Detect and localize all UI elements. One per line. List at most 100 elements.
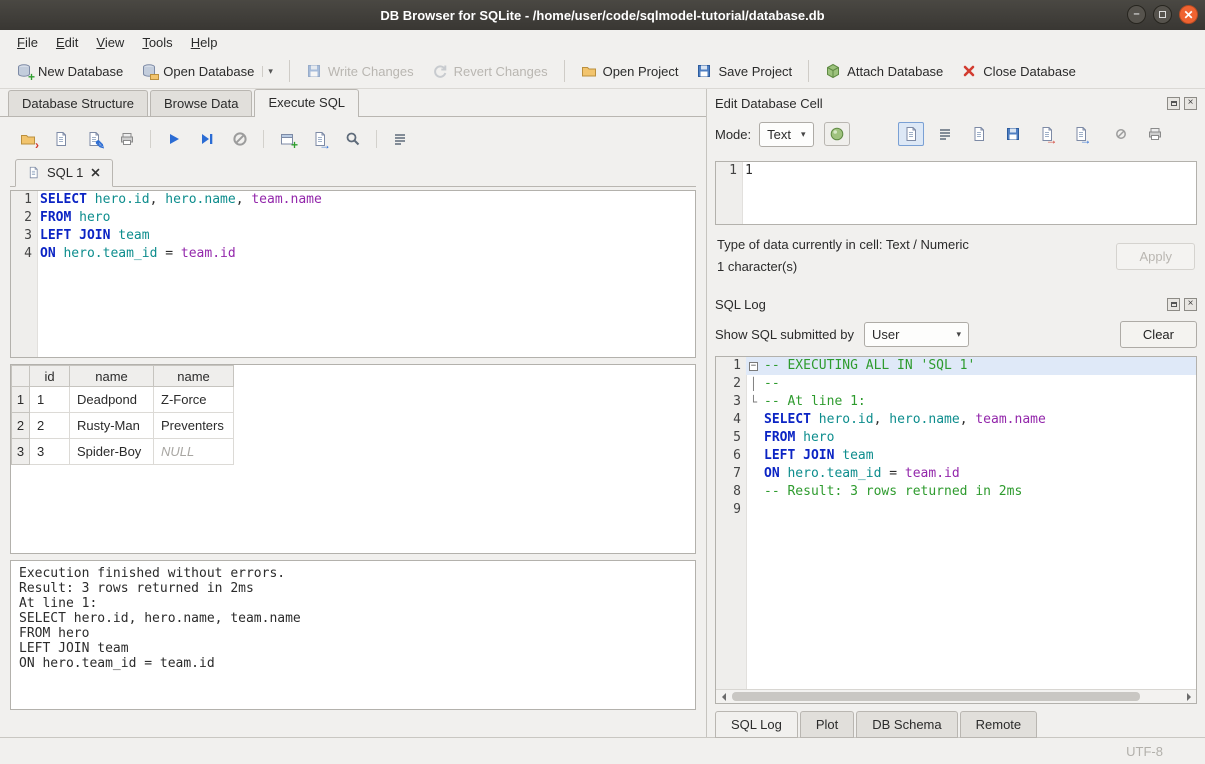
open-database-dropdown-icon[interactable]: ▾: [262, 66, 273, 77]
column-header-name[interactable]: name: [70, 366, 154, 387]
sql-log-editor[interactable]: 1−-- EXECUTING ALL IN 'SQL 1'2│--3└-- At…: [716, 357, 1196, 689]
scroll-right-icon[interactable]: [1181, 690, 1196, 703]
column-header-name-2[interactable]: name: [154, 366, 234, 387]
stop-execution-icon: [228, 127, 252, 151]
table-cell[interactable]: 1: [30, 387, 70, 413]
maximize-button[interactable]: [1153, 5, 1172, 24]
minimize-button[interactable]: –: [1127, 5, 1146, 24]
table-cell[interactable]: Preventers: [154, 413, 234, 439]
submitter-select[interactable]: User ▾: [864, 322, 969, 347]
code-line[interactable]: 5FROM hero: [716, 429, 1196, 447]
float-panel-icon[interactable]: [1167, 97, 1180, 110]
save-project-icon: [696, 63, 712, 79]
close-button[interactable]: ✕: [1179, 5, 1198, 24]
cell-content[interactable]: 1: [742, 162, 1196, 180]
apply-cell-icon[interactable]: [824, 122, 850, 146]
word-wrap-icon[interactable]: [932, 122, 958, 146]
print-icon[interactable]: [115, 127, 139, 151]
code-line[interactable]: 4ON hero.team_id = team.id: [11, 245, 695, 263]
fold-marker[interactable]: −: [746, 357, 761, 375]
scrollbar-thumb[interactable]: [732, 692, 1140, 701]
new-query-tab-icon[interactable]: +: [275, 127, 299, 151]
cell-editor[interactable]: 1 1: [715, 161, 1197, 225]
fold-marker: [746, 501, 761, 519]
save-project-button[interactable]: Save Project: [688, 58, 800, 84]
open-database-button[interactable]: Open Database ▾: [133, 58, 281, 84]
table-row[interactable]: 11DeadpondZ-Force: [12, 387, 234, 413]
code-line[interactable]: 4SELECT hero.id, hero.name, team.name: [716, 411, 1196, 429]
close-database-button[interactable]: Close Database: [953, 58, 1084, 84]
main-pane: Database Structure Browse Data Execute S…: [0, 89, 706, 737]
save-sql-file-icon[interactable]: [49, 127, 73, 151]
execute-all-icon[interactable]: [162, 127, 186, 151]
code-line[interactable]: 6LEFT JOIN team: [716, 447, 1196, 465]
export-data-icon[interactable]: →: [1068, 122, 1094, 146]
export-results-icon[interactable]: →: [308, 127, 332, 151]
open-external-icon[interactable]: [966, 122, 992, 146]
scroll-left-icon[interactable]: [716, 690, 731, 703]
table-row[interactable]: 33Spider-BoyNULL: [12, 439, 234, 465]
tab-db-schema[interactable]: DB Schema: [856, 711, 957, 738]
text-mode-icon[interactable]: [898, 122, 924, 146]
code-line[interactable]: 3LEFT JOIN team: [11, 227, 695, 245]
new-database-button[interactable]: + New Database: [8, 58, 131, 84]
table-cell[interactable]: 3: [30, 439, 70, 465]
close-panel-icon[interactable]: ×: [1184, 298, 1197, 311]
close-panel-icon[interactable]: ×: [1184, 97, 1197, 110]
import-data-icon[interactable]: →: [1034, 122, 1060, 146]
row-header[interactable]: 3: [12, 439, 30, 465]
toolbar-separator: [564, 60, 565, 82]
open-project-button[interactable]: Open Project: [573, 58, 687, 84]
sql-doc-tab[interactable]: SQL 1: [15, 159, 113, 187]
encoding-indicator[interactable]: UTF-8: [1126, 744, 1163, 759]
tab-database-structure[interactable]: Database Structure: [8, 90, 148, 116]
menu-item-view[interactable]: View: [87, 32, 133, 53]
tab-sql-log[interactable]: SQL Log: [715, 711, 798, 738]
titlebar[interactable]: DB Browser for SQLite - /home/user/code/…: [0, 0, 1205, 30]
tab-remote[interactable]: Remote: [960, 711, 1038, 738]
table-cell[interactable]: Spider-Boy: [70, 439, 154, 465]
save-sql-file-as-icon[interactable]: ✎: [82, 127, 106, 151]
table-cell[interactable]: Rusty-Man: [70, 413, 154, 439]
clear-button[interactable]: Clear: [1120, 321, 1197, 348]
code-line[interactable]: 9: [716, 501, 1196, 519]
code-line[interactable]: 1SELECT hero.id, hero.name, team.name: [11, 191, 695, 209]
table-row[interactable]: 22Rusty-ManPreventers: [12, 413, 234, 439]
code-line[interactable]: 1−-- EXECUTING ALL IN 'SQL 1': [716, 357, 1196, 375]
tab-browse-data[interactable]: Browse Data: [150, 90, 252, 116]
table-cell[interactable]: Deadpond: [70, 387, 154, 413]
tab-execute-sql[interactable]: Execute SQL: [254, 89, 359, 117]
find-replace-icon[interactable]: [341, 127, 365, 151]
open-sql-file-icon[interactable]: ›: [16, 127, 40, 151]
print-cell-icon[interactable]: [1142, 122, 1168, 146]
code-line[interactable]: 7ON hero.team_id = team.id: [716, 465, 1196, 483]
menu-item-file[interactable]: File: [8, 32, 47, 53]
close-database-icon: [961, 63, 977, 79]
menu-item-tools[interactable]: Tools: [133, 32, 181, 53]
horizontal-scrollbar[interactable]: [716, 689, 1196, 703]
mode-select[interactable]: Text ▾: [759, 122, 813, 147]
code-line[interactable]: 8-- Result: 3 rows returned in 2ms: [716, 483, 1196, 501]
row-header[interactable]: 2: [12, 413, 30, 439]
menu-item-edit[interactable]: Edit: [47, 32, 87, 53]
attach-database-button[interactable]: Attach Database: [817, 58, 951, 84]
float-panel-icon[interactable]: [1167, 298, 1180, 311]
close-tab-icon[interactable]: [90, 167, 101, 178]
save-as-icon[interactable]: [1000, 122, 1026, 146]
code-line[interactable]: 2FROM hero: [11, 209, 695, 227]
sql-editor[interactable]: 1SELECT hero.id, hero.name, team.name2FR…: [10, 190, 696, 358]
code-line[interactable]: 2│--: [716, 375, 1196, 393]
table-cell[interactable]: 2: [30, 413, 70, 439]
set-null-icon[interactable]: [1108, 122, 1134, 146]
menu-item-help[interactable]: Help: [182, 32, 227, 53]
table-cell[interactable]: Z-Force: [154, 387, 234, 413]
cell-type-text: Type of data currently in cell: Text / N…: [717, 234, 1116, 256]
main-tabbar: Database Structure Browse Data Execute S…: [0, 89, 706, 117]
code-line[interactable]: 3└-- At line 1:: [716, 393, 1196, 411]
tab-plot[interactable]: Plot: [800, 711, 854, 738]
row-header[interactable]: 1: [12, 387, 30, 413]
column-header-id[interactable]: id: [30, 366, 70, 387]
table-cell[interactable]: NULL: [154, 439, 234, 465]
word-wrap-icon[interactable]: [388, 127, 412, 151]
execute-current-line-icon[interactable]: [195, 127, 219, 151]
